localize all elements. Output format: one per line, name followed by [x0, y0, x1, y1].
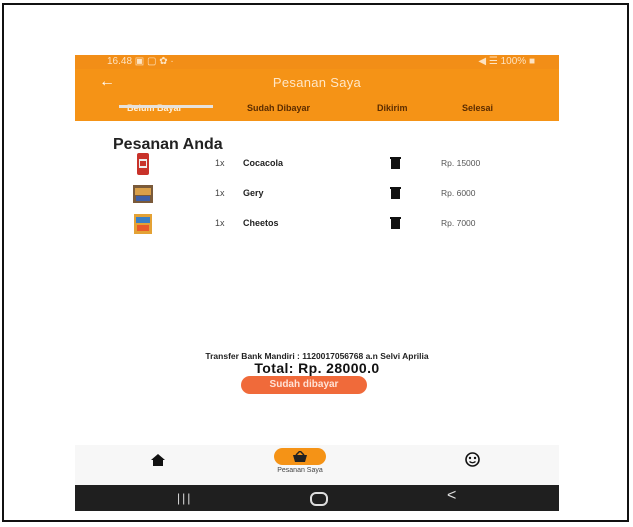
list-item: 1x Cheetos Rp. 7000 [75, 213, 559, 237]
system-home-button[interactable] [310, 492, 328, 506]
order-qty: 1x [215, 188, 225, 198]
tab-sudah-dibayar[interactable]: Sudah Dibayar [247, 103, 310, 113]
list-item: 1x Cocacola Rp. 15000 [75, 153, 559, 177]
order-name: Gery [243, 188, 264, 198]
basket-icon [293, 451, 307, 462]
order-qty: 1x [215, 158, 225, 168]
product-thumbnail [133, 213, 153, 235]
tab-dikirim[interactable]: Dikirim [377, 103, 408, 113]
list-item: 1x Gery Rp. 6000 [75, 183, 559, 207]
recent-apps-button[interactable]: ||| [177, 491, 192, 505]
tab-bar: Belum Bayar Sudah Dibayar Dikirim Selesa… [75, 101, 559, 121]
phone-screen: 16.48 ▣ ▢ ✿ · ◀ ☰ 100% ■ ← Pesanan Saya … [75, 55, 559, 511]
active-tab-indicator [119, 105, 213, 108]
order-price: Rp. 6000 [441, 188, 476, 198]
trash-icon[interactable] [390, 156, 401, 169]
status-icons: ◀ ☰ 100% ■ [478, 56, 535, 67]
order-total: Total: Rp. 28000.0 [254, 360, 380, 376]
page-title: Pesanan Saya [272, 75, 362, 90]
tab-selesai[interactable]: Selesai [462, 103, 493, 113]
status-time: 16.48 ▣ ▢ ✿ · [107, 56, 174, 67]
product-thumbnail [133, 153, 153, 175]
emoji-icon[interactable] [465, 452, 480, 467]
app-bar: ← Pesanan Saya Belum Bayar Sudah Dibayar… [75, 69, 559, 121]
bottom-nav: Pesanan Saya [75, 445, 559, 485]
order-qty: 1x [215, 218, 225, 228]
product-thumbnail [133, 183, 153, 205]
system-nav-bar: ||| < [75, 485, 559, 511]
sudah-dibayar-button[interactable]: Sudah dibayar [241, 376, 367, 394]
system-back-button[interactable]: < [447, 487, 456, 505]
orders-heading: Pesanan Anda [113, 136, 223, 153]
order-price: Rp. 15000 [441, 158, 481, 168]
order-price: Rp. 7000 [441, 218, 476, 228]
order-name: Cheetos [243, 218, 279, 228]
status-bar: 16.48 ▣ ▢ ✿ · ◀ ☰ 100% ■ [75, 55, 559, 69]
home-icon[interactable] [151, 453, 165, 466]
trash-icon[interactable] [390, 216, 401, 229]
nav-pesanan-saya[interactable] [274, 448, 326, 465]
trash-icon[interactable] [390, 186, 401, 199]
screenshot-frame: 16.48 ▣ ▢ ✿ · ◀ ☰ 100% ■ ← Pesanan Saya … [2, 3, 629, 522]
nav-label-pesanan-saya: Pesanan Saya [277, 467, 323, 474]
order-name: Cocacola [243, 158, 284, 168]
